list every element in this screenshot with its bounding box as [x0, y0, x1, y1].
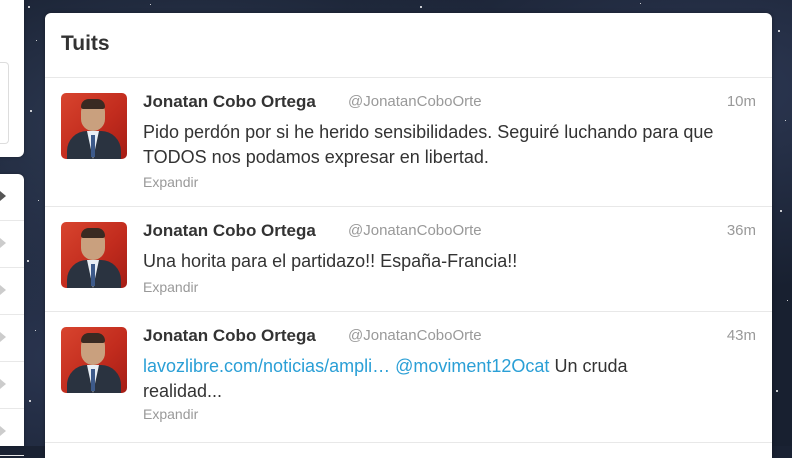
- tweet-mention-link[interactable]: @moviment12Ocat: [395, 356, 549, 376]
- star: [785, 120, 786, 121]
- expand-link[interactable]: Expandir: [143, 174, 198, 190]
- tweet-author-name[interactable]: Jonatan Cobo Ortega: [143, 92, 316, 112]
- tweet[interactable]: Jonatan Cobo Ortega @JonatanCoboOrte 43m…: [45, 312, 772, 443]
- expand-link[interactable]: Expandir: [143, 406, 198, 422]
- profile-card-edge: [0, 0, 24, 157]
- tweet-text: Pido perdón por si he herido sensibilida…: [143, 122, 714, 167]
- avatar[interactable]: [61, 222, 127, 288]
- avatar[interactable]: [61, 327, 127, 393]
- chevron-right-icon: [0, 238, 6, 248]
- star: [780, 210, 782, 212]
- star: [640, 3, 641, 4]
- nav-item[interactable]: [0, 362, 24, 409]
- star: [29, 400, 31, 402]
- chevron-right-icon: [0, 285, 6, 295]
- tweets-panel: Tuits Jonatan Cobo Ortega @JonatanCoboOr…: [45, 13, 772, 458]
- tweet-text: lavozlibre.com/noticias/ampli… @moviment…: [143, 354, 663, 404]
- tweet-timestamp[interactable]: 43m: [727, 327, 756, 344]
- star: [420, 6, 422, 8]
- tweet[interactable]: Jonatan Cobo Ortega @JonatanCoboOrte 36m…: [45, 207, 772, 312]
- avatar-hair: [81, 99, 105, 109]
- profile-card-inner: [0, 62, 9, 144]
- star: [787, 300, 788, 301]
- star: [38, 200, 39, 201]
- star: [30, 110, 32, 112]
- star: [150, 4, 151, 5]
- star: [28, 6, 30, 8]
- chevron-right-icon: [0, 332, 6, 342]
- panel-header: Tuits: [45, 13, 772, 78]
- chevron-right-icon: [0, 426, 6, 436]
- chevron-right-icon: [0, 191, 6, 201]
- avatar-hair: [81, 228, 105, 238]
- star: [35, 330, 36, 331]
- star: [36, 40, 37, 41]
- tweet-timestamp[interactable]: 36m: [727, 222, 756, 239]
- tweet-author-name[interactable]: Jonatan Cobo Ortega: [143, 326, 316, 346]
- chevron-right-icon: [0, 379, 6, 389]
- tweet-timestamp[interactable]: 10m: [727, 93, 756, 110]
- avatar-tie: [91, 135, 95, 157]
- avatar-tie: [91, 264, 95, 286]
- tweet-author-name[interactable]: Jonatan Cobo Ortega: [143, 221, 316, 241]
- tweet-url-link[interactable]: lavozlibre.com/noticias/ampli…: [143, 356, 390, 376]
- tweet-author-handle[interactable]: @JonatanCoboOrte: [348, 93, 482, 110]
- star: [27, 260, 29, 262]
- nav-item[interactable]: [0, 268, 24, 315]
- tweet-author-handle[interactable]: @JonatanCoboOrte: [348, 327, 482, 344]
- tweet-author-handle[interactable]: @JonatanCoboOrte: [348, 222, 482, 239]
- expand-link[interactable]: Expandir: [143, 279, 198, 295]
- star: [778, 30, 780, 32]
- side-nav: [0, 174, 24, 456]
- tweet[interactable]: Jonatan Cobo Ortega @JonatanCoboOrte 10m…: [45, 78, 772, 207]
- avatar[interactable]: [61, 93, 127, 159]
- avatar-tie: [91, 369, 95, 391]
- panel-title: Tuits: [61, 32, 110, 55]
- nav-item[interactable]: [0, 315, 24, 362]
- nav-item[interactable]: [0, 409, 24, 456]
- avatar-hair: [81, 333, 105, 343]
- nav-item[interactable]: [0, 221, 24, 268]
- tweet-text: Una horita para el partidazo!! España-Fr…: [143, 251, 518, 271]
- nav-item[interactable]: [0, 174, 24, 221]
- star: [776, 390, 778, 392]
